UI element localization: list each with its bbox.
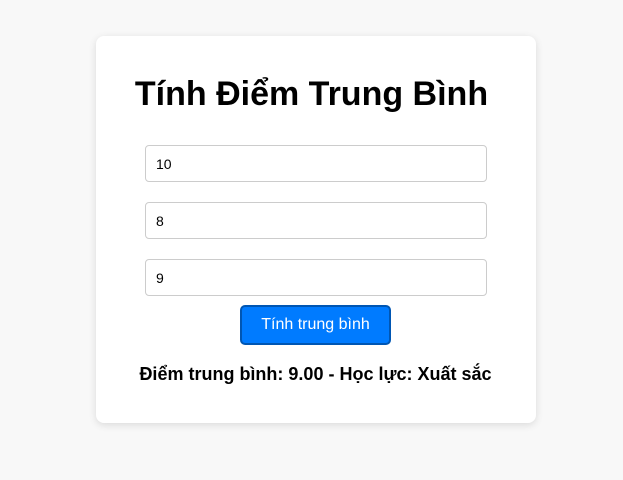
score-input-2[interactable] (145, 202, 487, 239)
page-title: Tính Điểm Trung Bình (134, 75, 489, 113)
calculate-average-button[interactable]: Tính trung bình (240, 305, 391, 345)
result-text: Điểm trung bình: 9.00 - Học lực: Xuất sắ… (139, 364, 492, 384)
score-input-3[interactable] (145, 259, 487, 296)
score-input-1[interactable] (145, 145, 487, 182)
